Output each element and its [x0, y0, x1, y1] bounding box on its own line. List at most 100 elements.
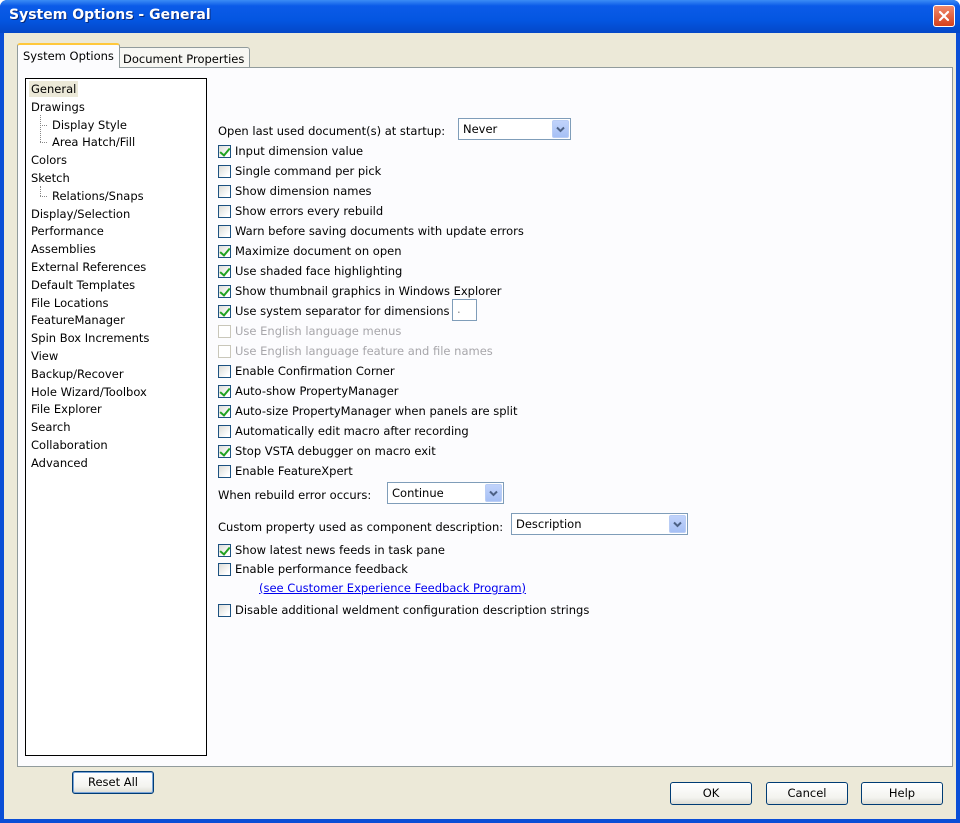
show-news-feeds-checkbox[interactable]: [218, 544, 231, 557]
show-dimension-names-label[interactable]: Show dimension names: [235, 184, 372, 198]
tree-item-spin-box-increments[interactable]: Spin Box Increments: [29, 330, 151, 346]
tab-system-options[interactable]: System Options: [17, 43, 120, 68]
use-english-language-feature-and-file-names-label: Use English language feature and file na…: [235, 344, 493, 358]
tree-item-hole-wizard-toolbox[interactable]: Hole Wizard/Toolbox: [29, 384, 149, 400]
tab-label: System Options: [23, 49, 114, 63]
show-news-feeds-label[interactable]: Show latest news feeds in task pane: [235, 543, 445, 557]
stop-vsta-debugger-on-macro-exit-label[interactable]: Stop VSTA debugger on macro exit: [235, 444, 436, 458]
use-system-separator-for-dimensions-label[interactable]: Use system separator for dimensions: [235, 304, 450, 318]
tab-panel: General Drawings Display Style Area Hatch/F…: [17, 67, 953, 794]
tree-item-drawings[interactable]: Drawings: [29, 99, 87, 115]
enable-performance-feedback-checkbox[interactable]: [218, 563, 231, 576]
tree-item-view[interactable]: View: [29, 348, 60, 364]
enable-featurexpert-label[interactable]: Enable FeatureXpert: [235, 464, 353, 478]
auto-size-propertymanager-when-panels-are-split-checkbox[interactable]: [218, 405, 231, 418]
enable-performance-feedback-label[interactable]: Enable performance feedback: [235, 562, 408, 576]
separator-field[interactable]: .: [452, 299, 477, 321]
cancel-button[interactable]: Cancel: [766, 782, 848, 805]
use-english-language-feature-and-file-names-checkbox: [218, 345, 231, 358]
tree-connector: [40, 186, 41, 196]
custom-prop-dropdown-value: Description: [516, 517, 582, 531]
automatically-edit-macro-after-recording-label[interactable]: Automatically edit macro after recording: [235, 424, 469, 438]
show-errors-every-rebuild-checkbox[interactable]: [218, 205, 231, 218]
show-thumbnail-graphics-in-windows-explorer-label[interactable]: Show thumbnail graphics in Windows Explo…: [235, 284, 502, 298]
tree-item-sketch[interactable]: Sketch: [29, 170, 72, 186]
options-tree[interactable]: General Drawings Display Style Area Hatch/F…: [25, 78, 207, 756]
enable-confirmation-corner-label[interactable]: Enable Confirmation Corner: [235, 364, 395, 378]
tree-item-file-locations[interactable]: File Locations: [29, 295, 111, 311]
dropdown-button[interactable]: [669, 515, 686, 533]
tree-item-assemblies[interactable]: Assemblies: [29, 241, 98, 257]
rebuild-error-label: When rebuild error occurs:: [218, 488, 372, 502]
maximize-document-on-open-checkbox[interactable]: [218, 245, 231, 258]
reset-all-button[interactable]: Reset All: [72, 771, 154, 794]
custom-prop-dropdown[interactable]: Description: [511, 513, 688, 535]
help-label: Help: [888, 786, 916, 800]
tree-item-display-style[interactable]: Display Style: [50, 117, 129, 133]
ok-button[interactable]: OK: [670, 782, 752, 805]
feedback-program-link[interactable]: (see Customer Experience Feedback Progra…: [259, 581, 526, 595]
tree-connector: [40, 124, 47, 126]
dropdown-button[interactable]: [552, 120, 569, 138]
enable-confirmation-corner-checkbox[interactable]: [218, 365, 231, 378]
tree-item-colors[interactable]: Colors: [29, 152, 69, 168]
input-dimension-value-checkbox[interactable]: [218, 145, 231, 158]
title-bar[interactable]: System Options - General: [0, 0, 960, 33]
tree-item-file-explorer[interactable]: File Explorer: [29, 401, 104, 417]
tree-item-display-selection[interactable]: Display/Selection: [29, 206, 132, 222]
custom-prop-label: Custom property used as component descri…: [218, 520, 504, 534]
tree-item-relations-snaps[interactable]: Relations/Snaps: [50, 188, 146, 204]
use-shaded-face-highlighting-checkbox[interactable]: [218, 265, 231, 278]
auto-show-propertymanager-checkbox[interactable]: [218, 385, 231, 398]
dialog-window: System Options - General System Options …: [0, 0, 960, 823]
close-icon: [938, 10, 950, 22]
tree-item-performance[interactable]: Performance: [29, 223, 106, 239]
chevron-down-icon: [556, 126, 565, 132]
disable-weldment-strings-label[interactable]: Disable additional weldment configuratio…: [235, 603, 589, 617]
open-last-label: Open last used document(s) at startup:: [218, 124, 446, 138]
dropdown-button[interactable]: [485, 484, 502, 502]
tree-item-general[interactable]: General: [29, 81, 79, 97]
ok-label: OK: [702, 786, 720, 800]
maximize-document-on-open-label[interactable]: Maximize document on open: [235, 244, 402, 258]
single-command-per-pick-checkbox[interactable]: [218, 165, 231, 178]
use-shaded-face-highlighting-label[interactable]: Use shaded face highlighting: [235, 264, 402, 278]
tree-connector: [40, 142, 47, 144]
single-command-per-pick-label[interactable]: Single command per pick: [235, 164, 381, 178]
show-errors-every-rebuild-label[interactable]: Show errors every rebuild: [235, 204, 383, 218]
tree-item-area-hatch-fill[interactable]: Area Hatch/Fill: [50, 134, 137, 150]
show-dimension-names-checkbox[interactable]: [218, 185, 231, 198]
automatically-edit-macro-after-recording-checkbox[interactable]: [218, 425, 231, 438]
cancel-label: Cancel: [787, 786, 827, 800]
warn-before-saving-documents-with-update-errors-label[interactable]: Warn before saving documents with update…: [235, 224, 524, 238]
tree-item-advanced[interactable]: Advanced: [29, 455, 90, 471]
warn-before-saving-documents-with-update-errors-checkbox[interactable]: [218, 225, 231, 238]
tree-item-default-templates[interactable]: Default Templates: [29, 277, 137, 293]
auto-size-propertymanager-when-panels-are-split-label[interactable]: Auto-size PropertyManager when panels ar…: [235, 404, 517, 418]
show-thumbnail-graphics-in-windows-explorer-checkbox[interactable]: [218, 285, 231, 298]
tree-item-external-references[interactable]: External References: [29, 259, 148, 275]
tree-item-search[interactable]: Search: [29, 419, 73, 435]
use-system-separator-for-dimensions-checkbox[interactable]: [218, 305, 231, 318]
tab-label: Document Properties: [123, 52, 245, 66]
tree-item-backup-recover[interactable]: Backup/Recover: [29, 366, 126, 382]
tab-document-properties[interactable]: Document Properties: [117, 47, 251, 69]
chevron-down-icon: [673, 521, 682, 527]
dialog-client: System Options Document Properties Gener…: [4, 33, 956, 819]
rebuild-error-dropdown-value: Continue: [392, 486, 444, 500]
tree-item-featuremanager[interactable]: FeatureManager: [29, 312, 127, 328]
disable-weldment-strings-checkbox[interactable]: [218, 604, 231, 617]
help-button[interactable]: Help: [861, 782, 943, 805]
auto-show-propertymanager-label[interactable]: Auto-show PropertyManager: [235, 384, 399, 398]
stop-vsta-debugger-on-macro-exit-checkbox[interactable]: [218, 445, 231, 458]
tree-connector: [40, 195, 47, 197]
close-button[interactable]: [933, 5, 955, 27]
open-last-dropdown[interactable]: Never: [458, 118, 571, 140]
window-title: System Options - General: [9, 7, 211, 23]
rebuild-error-dropdown[interactable]: Continue: [387, 482, 504, 504]
use-english-language-menus-checkbox: [218, 325, 231, 338]
enable-featurexpert-checkbox[interactable]: [218, 465, 231, 478]
input-dimension-value-label[interactable]: Input dimension value: [235, 144, 363, 158]
open-last-dropdown-value: Never: [463, 122, 498, 136]
tree-item-collaboration[interactable]: Collaboration: [29, 437, 110, 453]
